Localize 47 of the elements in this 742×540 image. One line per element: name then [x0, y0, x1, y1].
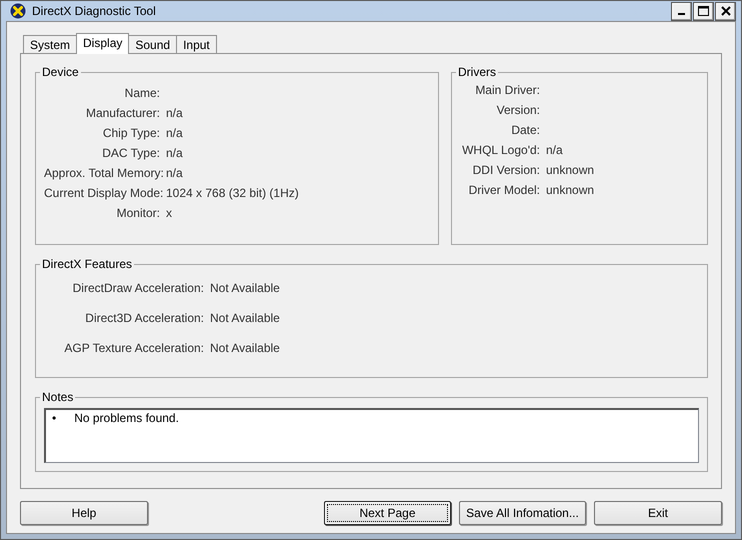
tab[interactable]: System [23, 35, 78, 53]
close-button[interactable] [715, 2, 736, 20]
field-value: n/a [166, 146, 184, 160]
field-value: unknown [546, 163, 596, 177]
group-title: Notes [41, 390, 74, 404]
field-value: unknown [546, 183, 596, 197]
field-value: Not Available [210, 281, 281, 295]
field-label: Current Display Mode: [44, 186, 160, 200]
field-label: Date: [510, 123, 540, 137]
dialog-button[interactable]: Exit [594, 501, 722, 525]
field-label: DirectDraw Acceleration: [72, 281, 204, 295]
field-label: Main Driver: [474, 83, 540, 97]
field-value: 1024 x 768 (32 bit) (1Hz) [166, 186, 300, 200]
dialog-button[interactable]: Help [20, 501, 148, 525]
field-label: Version: [496, 103, 540, 117]
field-value: n/a [166, 166, 184, 180]
tab[interactable]: Display [76, 33, 130, 54]
group-title: Device [41, 65, 80, 79]
field-label: Direct3D Acceleration: [84, 311, 204, 325]
field-label: Manufacturer: [84, 106, 160, 120]
app-icon [10, 3, 26, 19]
group-title: Drivers [457, 65, 497, 79]
field-label: DAC Type: [101, 146, 160, 160]
field-label: WHQL Logo'd: [461, 143, 540, 157]
field-label: AGP Texture Acceleration: [63, 341, 204, 355]
field-label: Name: [124, 86, 160, 100]
field-value: n/a [166, 106, 184, 120]
bullet: • [52, 411, 56, 425]
field-value: Not Available [210, 341, 281, 355]
window-title: DirectX Diagnostic Tool [32, 4, 157, 18]
field-value: x [166, 206, 173, 220]
maximize-icon [698, 6, 709, 16]
field-label: DDI Version: [472, 163, 540, 177]
field-label: Monitor: [116, 206, 160, 220]
field-value: Not Available [210, 311, 281, 325]
group-title: DirectX Features [41, 257, 134, 271]
maximize-button[interactable] [693, 2, 714, 20]
close-icon [720, 6, 730, 16]
field-label: Chip Type: [102, 126, 160, 140]
dialog-button[interactable]: Save All Infomation... [459, 501, 586, 525]
tab[interactable]: Input [176, 35, 217, 53]
dialog-button[interactable]: Next Page [324, 501, 451, 525]
minimize-button[interactable] [671, 2, 692, 20]
field-label: Driver Model: [468, 183, 540, 197]
field-value: n/a [166, 126, 184, 140]
note-text: No problems found. [74, 411, 179, 425]
field-value: n/a [546, 143, 564, 157]
